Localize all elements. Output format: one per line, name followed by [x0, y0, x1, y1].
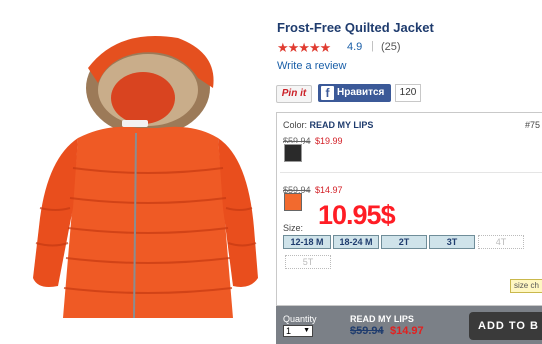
product-image[interactable]	[18, 28, 258, 328]
sale-price: $14.97	[390, 325, 424, 337]
quantity-select[interactable]: 1 ▼	[283, 325, 313, 337]
size-option-18-24m[interactable]: 18-24 M	[333, 235, 379, 249]
was-price: $59.94	[350, 325, 384, 337]
color-name: READ MY LIPS	[309, 120, 374, 130]
product-number: #75	[525, 120, 541, 130]
divider	[280, 172, 542, 173]
pin-label: Pin it	[281, 88, 307, 99]
pinterest-button[interactable]: Pin it	[276, 85, 312, 103]
size-label: Size:	[283, 223, 304, 233]
rating-stars-icon[interactable]: ★★★★★	[277, 40, 331, 56]
review-count: (25)	[381, 41, 401, 53]
facebook-like-button[interactable]: f Нравится	[318, 84, 391, 102]
selected-color-name: READ MY LIPS	[350, 314, 414, 324]
size-option-5t[interactable]: 5T	[285, 255, 331, 269]
quantity-label: Quantity	[283, 314, 317, 324]
overlay-price: 10.95$	[318, 200, 396, 230]
quantity-value: 1	[286, 326, 292, 336]
add-to-bag-button[interactable]: ADD TO B	[469, 312, 542, 340]
sale-price: $19.99	[314, 136, 343, 146]
product-title: Frost-Free Quilted Jacket	[277, 20, 434, 35]
chevron-down-icon: ▼	[303, 327, 310, 334]
size-chart-link[interactable]: size ch	[510, 279, 542, 293]
size-option-12-18m[interactable]: 12-18 M	[283, 235, 331, 249]
facebook-icon: f	[321, 86, 334, 100]
facebook-like-label: Нравится	[337, 87, 385, 98]
size-option-2t[interactable]: 2T	[381, 235, 427, 249]
color-swatch-orange[interactable]	[284, 193, 302, 211]
write-review-link[interactable]: Write a review	[277, 60, 346, 72]
size-option-4t[interactable]: 4T	[478, 235, 524, 249]
size-option-3t[interactable]: 3T	[429, 235, 475, 249]
color-swatch-black[interactable]	[283, 143, 303, 163]
sale-price: $14.97	[314, 185, 343, 195]
divider: |	[371, 40, 374, 52]
facebook-like-count: 120	[395, 84, 421, 102]
rating-value[interactable]: 4.9	[347, 41, 362, 53]
color-label: Color: READ MY LIPS	[283, 120, 373, 130]
color-prefix: Color:	[283, 120, 308, 130]
